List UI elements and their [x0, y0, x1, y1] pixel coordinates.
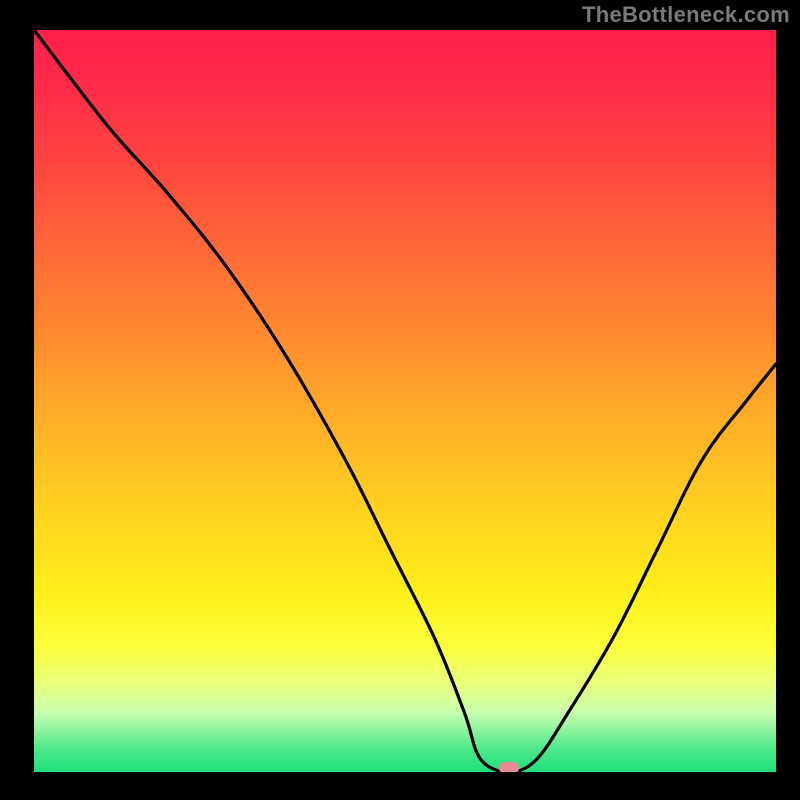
watermark-text: TheBottleneck.com [582, 2, 790, 28]
bottleneck-curve [34, 30, 776, 772]
plot-area [34, 30, 776, 772]
chart-frame: TheBottleneck.com [0, 0, 800, 800]
optimal-marker [499, 762, 519, 772]
